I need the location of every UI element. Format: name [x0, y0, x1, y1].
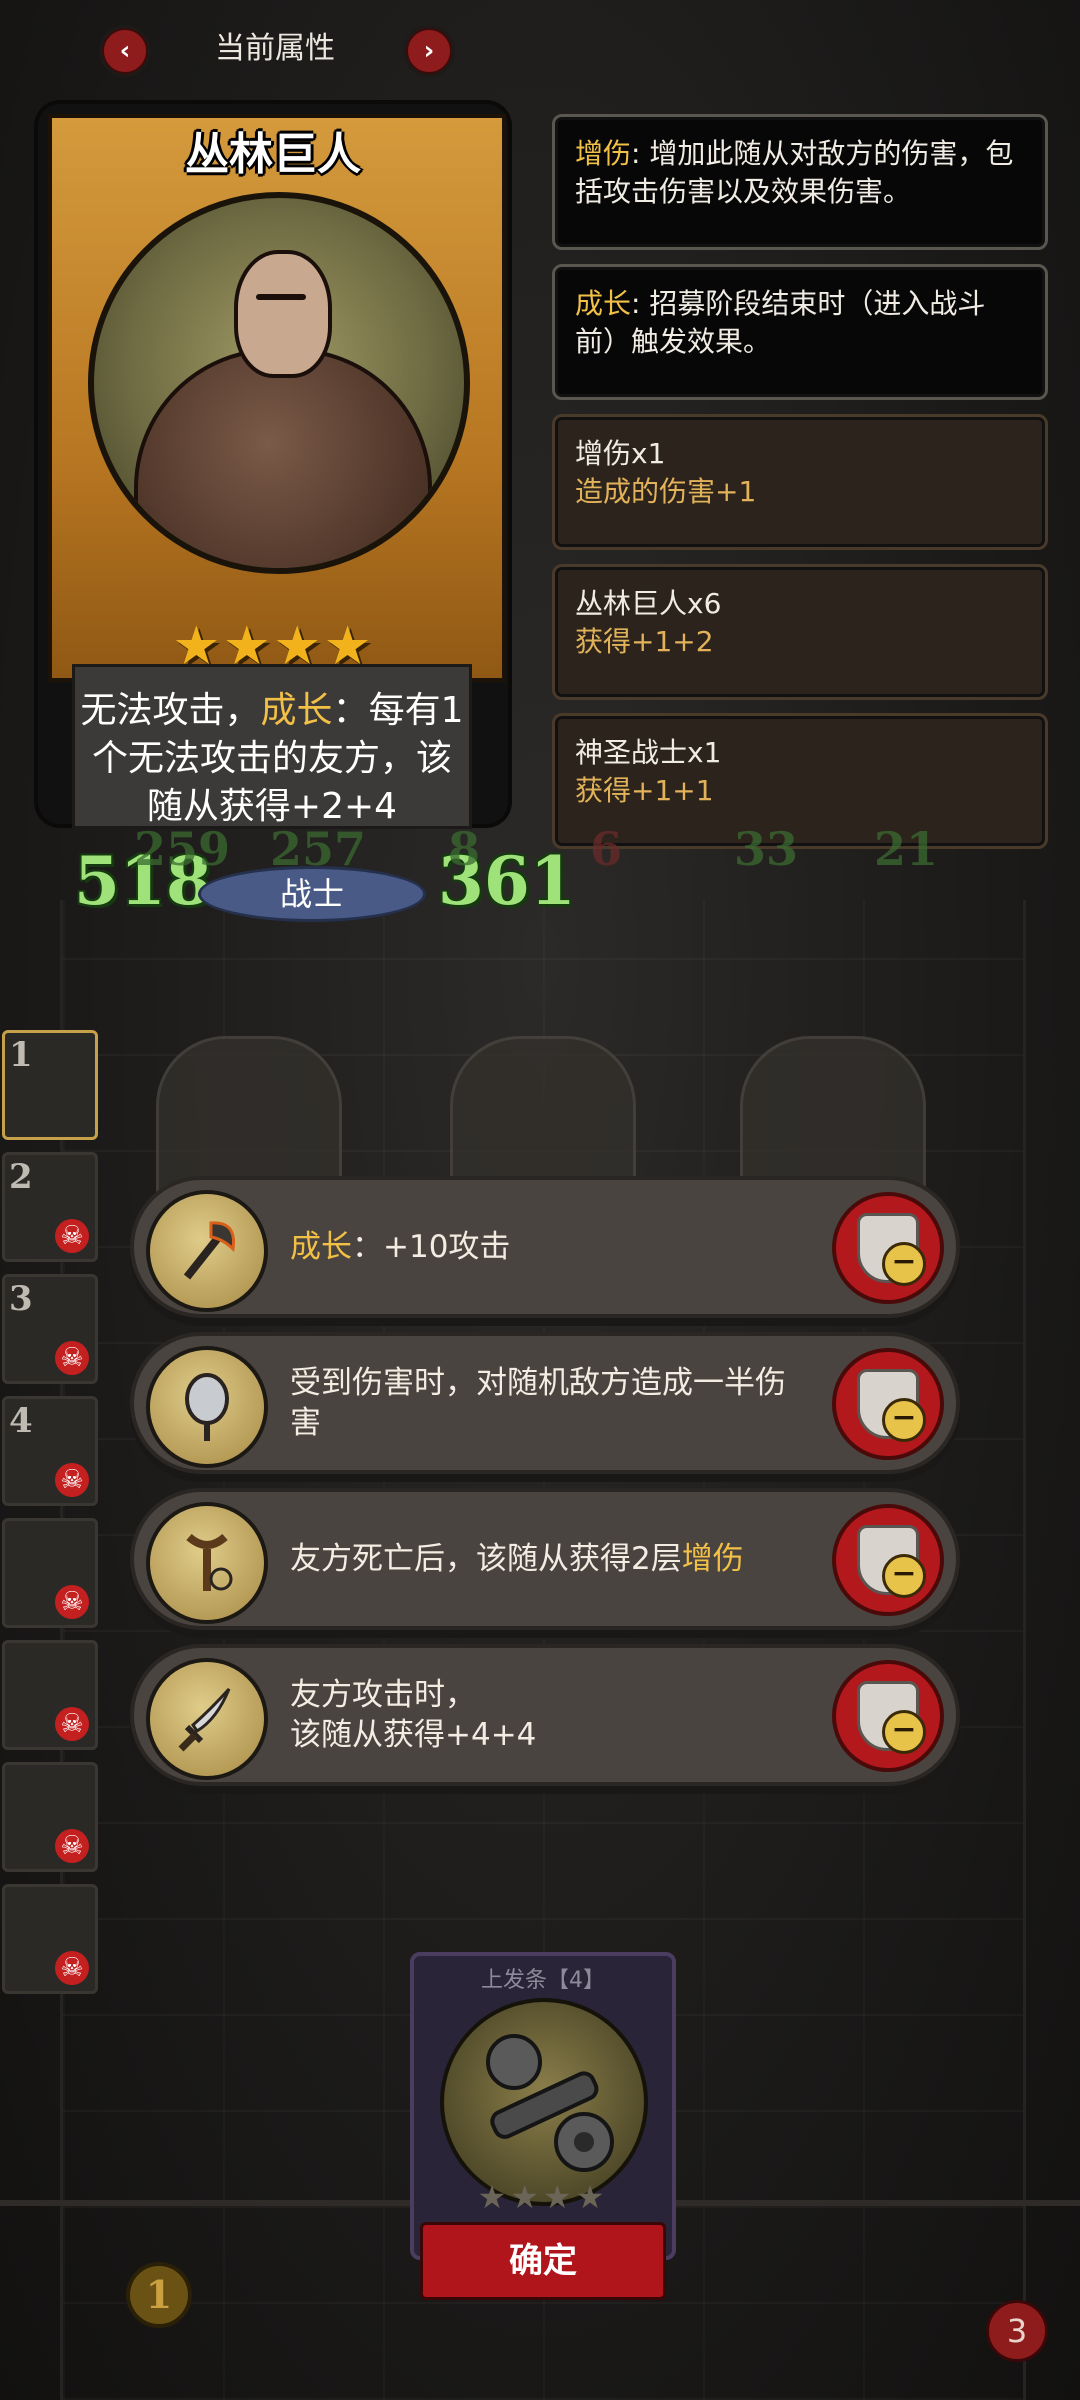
- hero-card: 丛林巨人 ★★★★ 无法攻击，成长：每有1个无法攻击的友方，该随从获得+2+4 …: [38, 104, 576, 922]
- equipment-row: 成长：+10攻击 −: [130, 1176, 960, 1318]
- skull-icon: ☠: [55, 1829, 89, 1863]
- lives-heart-badge: 3: [986, 2300, 1048, 2362]
- buff-source-effect: 造成的伤害+1: [575, 475, 757, 508]
- equip-keyword: 成长: [290, 1229, 352, 1265]
- tooltip-text: : 增加此随从对敌方的伤害，包括攻击伤害以及效果伤害。: [575, 137, 1014, 208]
- roster-rank: 1: [9, 1035, 33, 1075]
- board-minion-health: 257: [270, 822, 367, 876]
- equipment-row: 友方死亡后，该随从获得2层增伤 −: [130, 1488, 960, 1630]
- roster-rank: 3: [9, 1279, 33, 1319]
- tooltip-keyword: 成长: [575, 287, 632, 320]
- hero-desc-keyword: 成长: [260, 690, 333, 731]
- roster-slot[interactable]: ☠: [2, 1762, 98, 1872]
- keyword-tooltip-growth: 成长: 招募阶段结束时（进入战斗前）触发效果。: [552, 264, 1048, 400]
- board-minion-attack: 259: [134, 822, 231, 876]
- windup-card-stars: ★★★★: [477, 2178, 609, 2216]
- buff-source-name: 丛林巨人x6: [575, 587, 722, 620]
- roster-rank: 4: [9, 1401, 33, 1441]
- board-minion-health: 6: [590, 822, 623, 876]
- mirror-icon: [146, 1346, 268, 1468]
- skull-icon: ☠: [55, 1951, 89, 1985]
- opponent-roster: 1 2 ☠ 3 ☠ 4 ☠ ☠ ☠ ☠ ☠: [2, 1030, 100, 2006]
- unequip-button[interactable]: −: [832, 1348, 944, 1460]
- buff-source-name: 增伤x1: [575, 437, 666, 470]
- skull-icon: ☠: [55, 1463, 89, 1497]
- board-minion-attack: 8: [448, 822, 481, 876]
- equip-text: 受到伤害时，对随机敌方造成一半伤害: [290, 1365, 786, 1441]
- hero-desc-pre: 无法攻击，: [80, 690, 261, 731]
- next-arrow-button[interactable]: ›: [406, 28, 452, 74]
- tooltip-text: : 招募阶段结束时（进入战斗前）触发效果。: [575, 287, 986, 358]
- unequip-button[interactable]: −: [832, 1192, 944, 1304]
- unequip-button[interactable]: −: [832, 1504, 944, 1616]
- dagger-icon: [146, 1658, 268, 1780]
- minus-icon: −: [882, 1710, 926, 1754]
- equip-text: 友方攻击时，: [290, 1677, 476, 1713]
- equip-text-line2: 该随从获得+4+4: [290, 1717, 537, 1753]
- buff-source-effect: 获得+1+1: [575, 774, 714, 807]
- buff-source-name: 神圣战士x1: [575, 736, 722, 769]
- board-minion-health: 21: [874, 822, 939, 876]
- equipment-row: 友方攻击时， 该随从获得+4+4 −: [130, 1644, 960, 1786]
- windup-card-title: 上发条【4】: [481, 1968, 605, 1993]
- buff-source-panel: 神圣战士x1 获得+1+1: [552, 713, 1048, 849]
- keyword-tooltip-damage-boost: 增伤: 增加此随从对敌方的伤害，包括攻击伤害以及效果伤害。: [552, 114, 1048, 250]
- hero-name: 丛林巨人: [185, 129, 361, 180]
- roster-slot[interactable]: 2 ☠: [2, 1152, 98, 1262]
- roster-slot[interactable]: ☠: [2, 1640, 98, 1750]
- shield-icon: −: [857, 1369, 926, 1442]
- slingshot-icon: [146, 1502, 268, 1624]
- shield-icon: −: [857, 1681, 926, 1754]
- roster-slot[interactable]: ☠: [2, 1518, 98, 1628]
- equipment-row: 受到伤害时，对随机敌方造成一半伤害 −: [130, 1332, 960, 1474]
- roster-slot[interactable]: 1: [2, 1030, 98, 1140]
- chevron-right-icon: ›: [423, 36, 435, 66]
- minus-icon: −: [882, 1242, 926, 1286]
- minus-icon: −: [882, 1398, 926, 1442]
- skull-icon: ☠: [55, 1585, 89, 1619]
- skull-icon: ☠: [55, 1219, 89, 1253]
- equip-keyword: 增伤: [681, 1541, 744, 1577]
- axe-icon: [146, 1190, 268, 1312]
- roster-slot[interactable]: ☠: [2, 1884, 98, 1994]
- shield-icon: −: [857, 1525, 926, 1598]
- buff-source-effect: 获得+1+2: [575, 625, 714, 658]
- jungle-giant-head-art: [234, 250, 332, 378]
- hero-description: 无法攻击，成长：每有1个无法攻击的友方，该随从获得+2+4: [72, 664, 472, 829]
- wind-up-key-icon: [440, 1998, 648, 2206]
- tooltip-keyword: 增伤: [575, 137, 632, 170]
- equipment-effect: 受到伤害时，对随机敌方造成一半伤害: [290, 1336, 810, 1470]
- equip-text: 友方死亡后，该随从获得2层: [290, 1541, 682, 1577]
- skull-icon: ☠: [55, 1707, 89, 1741]
- prev-arrow-button[interactable]: ‹: [102, 28, 148, 74]
- page-title: 当前属性: [215, 31, 335, 66]
- equipment-effect: 友方死亡后，该随从获得2层增伤: [290, 1492, 810, 1626]
- unequip-button[interactable]: −: [832, 1660, 944, 1772]
- chevron-left-icon: ‹: [119, 36, 131, 66]
- equipment-effect: 友方攻击时， 该随从获得+4+4: [290, 1648, 810, 1782]
- board-minion-attack: 33: [734, 822, 799, 876]
- hero-portrait: [88, 192, 470, 574]
- buff-source-panel: 丛林巨人x6 获得+1+2: [552, 564, 1048, 700]
- shield-icon: −: [857, 1213, 926, 1286]
- confirm-button[interactable]: 确定: [420, 2222, 666, 2300]
- roster-rank: 2: [9, 1157, 33, 1197]
- buff-source-panel: 增伤x1 造成的伤害+1: [552, 414, 1048, 550]
- jungle-giant-body-art: [134, 348, 432, 568]
- gold-coin-counter: 1: [126, 2262, 192, 2328]
- equip-text: ：+10攻击: [352, 1229, 511, 1265]
- minus-icon: −: [882, 1554, 926, 1598]
- equipment-effect: 成长：+10攻击: [290, 1180, 810, 1314]
- roster-slot[interactable]: 3 ☠: [2, 1274, 98, 1384]
- roster-slot[interactable]: 4 ☠: [2, 1396, 98, 1506]
- skull-icon: ☠: [55, 1341, 89, 1375]
- windup-card[interactable]: 上发条【4】 ★★★★: [410, 1952, 676, 2260]
